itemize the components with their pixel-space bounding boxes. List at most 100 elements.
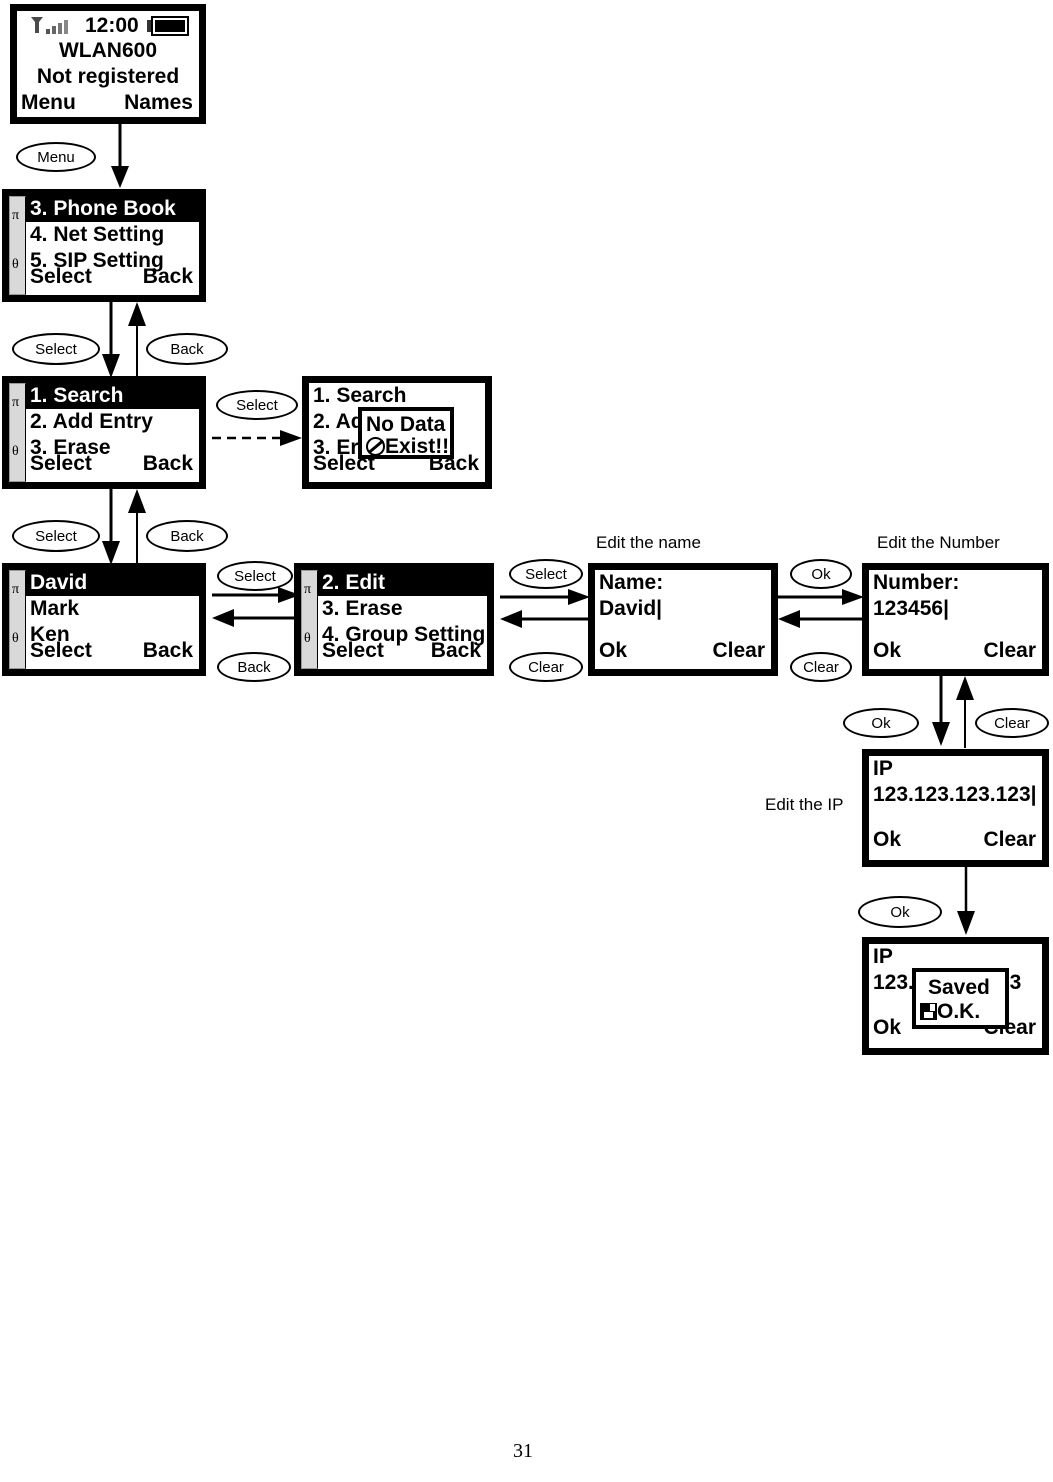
popup-line-2-wrap: Exist!! xyxy=(366,435,449,459)
softkey-back[interactable]: Back xyxy=(143,263,193,291)
field-label-number: Number: xyxy=(873,571,960,594)
scroll-up-icon[interactable]: π xyxy=(304,583,311,597)
scrollbar[interactable]: π θ xyxy=(9,383,26,482)
prohibition-icon xyxy=(366,437,385,456)
menu-item-edit[interactable]: 2. Edit xyxy=(318,570,487,596)
scroll-up-icon[interactable]: π xyxy=(12,209,19,223)
menu-item-search[interactable]: 1. Search xyxy=(309,383,485,409)
scroll-up-icon[interactable]: π xyxy=(12,583,19,597)
field-value-number[interactable]: 123456| xyxy=(869,596,1042,622)
key-select-2[interactable]: Select xyxy=(216,390,298,420)
softkey-select[interactable]: Select xyxy=(322,637,384,665)
edit-ip-saved-screen[interactable]: IP 123. 23 Ok Clear Saved O.K. xyxy=(862,937,1049,1055)
menu-item-net-setting[interactable]: 4. Net Setting xyxy=(26,222,199,248)
caption-edit-name: Edit the name xyxy=(596,533,701,552)
softkey-bar: Ok Clear xyxy=(869,826,1042,854)
field-value-ip[interactable]: 123.123.123.123| xyxy=(869,782,1042,808)
scroll-down-icon[interactable]: θ xyxy=(12,632,19,646)
arrow-ip-to-saved xyxy=(955,867,977,937)
key-menu[interactable]: Menu xyxy=(16,142,96,172)
scrollbar[interactable]: π θ xyxy=(9,570,26,669)
softkey-back[interactable]: Back xyxy=(143,637,193,665)
edit-ip-screen[interactable]: IP 123.123.123.123| Ok Clear xyxy=(862,749,1049,867)
idle-screen[interactable]: 12:00 WLAN600 Not registered Menu Names xyxy=(10,4,206,124)
key-select-label: Select xyxy=(234,568,276,585)
menu-item-search[interactable]: 1. Search xyxy=(26,383,199,409)
list-item-mark[interactable]: Mark xyxy=(26,596,199,622)
softkey-ok[interactable]: Ok xyxy=(873,826,901,854)
softkey-bar: Select Back xyxy=(26,637,199,665)
list-item-david[interactable]: David xyxy=(26,570,199,596)
key-back-1[interactable]: Back xyxy=(146,333,228,365)
softkey-ok[interactable]: Ok xyxy=(873,1014,901,1042)
softkey-select[interactable]: Select xyxy=(30,637,92,665)
caption-edit-ip: Edit the IP xyxy=(765,795,844,814)
edit-name-screen[interactable]: Name: David| Ok Clear xyxy=(588,563,778,676)
phonebook-menu-nodata-screen[interactable]: 1. Search 2. Ad 3. Er Select Back No Dat… xyxy=(302,376,492,489)
key-clear-label: Clear xyxy=(994,715,1030,732)
key-back-3[interactable]: Back xyxy=(217,652,291,682)
softkey-clear[interactable]: Clear xyxy=(983,637,1036,665)
name-list-screen[interactable]: π θ David Mark Ken Select Back xyxy=(2,563,206,676)
key-select-1[interactable]: Select xyxy=(12,333,100,365)
key-back-label: Back xyxy=(170,341,204,358)
softkey-bar: Ok Clear xyxy=(595,637,771,665)
key-select-5[interactable]: Select xyxy=(509,559,583,589)
key-clear-label: Clear xyxy=(528,659,564,676)
scroll-down-icon[interactable]: θ xyxy=(304,632,311,646)
manual-page: 12:00 WLAN600 Not registered Menu Names xyxy=(0,0,1053,1482)
scroll-up-icon[interactable]: π xyxy=(12,396,19,410)
key-select-4[interactable]: Select xyxy=(217,561,293,591)
registration-status-label: Not registered xyxy=(36,65,180,88)
key-ok-label: Ok xyxy=(890,904,910,921)
main-menu-screen[interactable]: π θ 3. Phone Book 4. Net Setting 5. SIP … xyxy=(2,189,206,302)
softkey-select[interactable]: Select xyxy=(30,450,92,478)
key-ok-3[interactable]: Ok xyxy=(858,896,942,928)
key-clear-1[interactable]: Clear xyxy=(509,652,583,682)
softkey-names[interactable]: Names xyxy=(124,89,193,117)
phonebook-menu-screen[interactable]: π θ 1. Search 2. Add Entry 3. Erase Sele… xyxy=(2,376,206,489)
softkey-back[interactable]: Back xyxy=(431,637,481,665)
save-floppy-icon xyxy=(920,1003,937,1020)
softkey-bar: Select Back xyxy=(26,263,199,291)
caption-edit-number: Edit the Number xyxy=(877,533,1000,552)
softkey-ok[interactable]: Ok xyxy=(873,637,901,665)
battery-full-icon xyxy=(147,15,191,37)
key-clear-3[interactable]: Clear xyxy=(975,708,1049,738)
softkey-back[interactable]: Back xyxy=(143,450,193,478)
softkey-select[interactable]: Select xyxy=(30,263,92,291)
scrollbar[interactable]: π θ xyxy=(9,196,26,295)
softkey-ok[interactable]: Ok xyxy=(599,637,627,665)
popup-line-2: O.K. xyxy=(937,1000,981,1023)
menu-item-add-entry[interactable]: 2. Add Entry xyxy=(26,409,199,435)
field-label-ip: IP xyxy=(873,757,893,780)
popup-line-1: Saved xyxy=(928,976,990,999)
field-value-name[interactable]: David| xyxy=(595,596,771,622)
key-clear-2[interactable]: Clear xyxy=(790,652,852,682)
entry-options-screen[interactable]: π θ 2. Edit 3. Erase 4. Group Setting Se… xyxy=(294,563,494,676)
key-clear-label: Clear xyxy=(803,659,839,676)
menu-item-erase[interactable]: 3. Erase xyxy=(318,596,487,622)
menu-item-phone-book[interactable]: 3. Phone Book xyxy=(26,196,199,222)
key-ok-label: Ok xyxy=(811,566,831,583)
key-ok-1[interactable]: Ok xyxy=(790,559,852,589)
key-back-label: Back xyxy=(170,528,204,545)
field-label-name: Name: xyxy=(599,571,664,594)
key-ok-2[interactable]: Ok xyxy=(843,708,919,738)
clock-label: 12:00 xyxy=(85,14,139,37)
softkey-menu[interactable]: Menu xyxy=(21,89,76,117)
scroll-down-icon[interactable]: θ xyxy=(12,445,19,459)
softkey-bar: Menu Names xyxy=(17,89,199,117)
arrow-to-nodata xyxy=(212,428,304,448)
scrollbar[interactable]: π θ xyxy=(301,570,318,669)
scroll-down-icon[interactable]: θ xyxy=(12,258,19,272)
arrow-entry-to-namelist xyxy=(212,609,300,627)
softkey-clear[interactable]: Clear xyxy=(983,826,1036,854)
key-select-3[interactable]: Select xyxy=(12,520,100,552)
key-select-label: Select xyxy=(236,397,278,414)
arrow-phonebook-up xyxy=(126,489,148,567)
key-back-2[interactable]: Back xyxy=(146,520,228,552)
edit-number-screen[interactable]: Number: 123456| Ok Clear xyxy=(862,563,1049,676)
arrow-entry-to-editname xyxy=(500,589,590,605)
softkey-clear[interactable]: Clear xyxy=(712,637,765,665)
